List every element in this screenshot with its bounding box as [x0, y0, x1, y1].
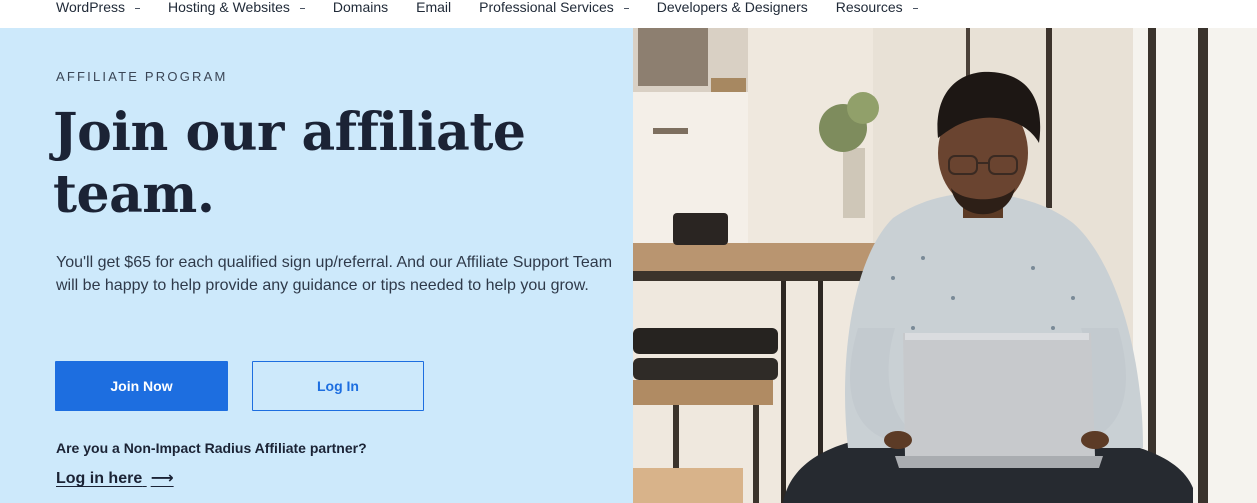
nav-item-label: Email	[416, 0, 452, 15]
nav-item-label: Domains	[332, 0, 389, 15]
nav-item-wordpress[interactable]: WordPress	[56, 0, 140, 14]
hero-image	[633, 28, 1257, 503]
nav-item-resources[interactable]: Resources	[836, 0, 918, 14]
nav-item-label: WordPress	[56, 0, 125, 15]
nav-item-label: Hosting & Websites	[167, 0, 290, 15]
nav-item-label: Resources	[835, 0, 903, 15]
nav-item-hosting[interactable]: Hosting & Websites	[168, 0, 305, 14]
arrow-right-icon: ⟶	[150, 470, 174, 487]
page-title: Join our affiliate team.	[53, 102, 526, 225]
chevron-down-icon	[299, 7, 305, 9]
nav-item-label: Developers & Designers	[656, 0, 808, 15]
chevron-down-icon	[623, 7, 629, 9]
chevron-down-icon	[134, 7, 140, 9]
nav-item-label: Professional Services	[479, 0, 614, 15]
log-in-button[interactable]: Log In	[252, 361, 424, 411]
chevron-down-icon	[912, 7, 918, 9]
nav-item-professional-services[interactable]: Professional Services	[479, 0, 629, 14]
nav-item-email[interactable]: Email	[416, 0, 451, 14]
eyebrow-label: AFFILIATE PROGRAM	[56, 69, 228, 84]
hero-description: You'll get $65 for each qualified sign u…	[56, 254, 613, 294]
nav-item-developers-designers[interactable]: Developers & Designers	[657, 0, 808, 14]
join-now-button[interactable]: Join Now	[55, 361, 228, 411]
log-in-here-link[interactable]: Log in here ⟶	[56, 468, 174, 488]
link-label: Log in here	[56, 470, 143, 487]
hero-panel: AFFILIATE PROGRAM Join our affiliate tea…	[0, 28, 633, 503]
nav-item-domains[interactable]: Domains	[333, 0, 388, 14]
photo-man-with-laptop	[633, 28, 1257, 503]
partner-question: Are you a Non-Impact Radius Affiliate pa…	[56, 440, 367, 456]
top-nav: WordPress Hosting & Websites Domains Ema…	[0, 0, 1257, 28]
